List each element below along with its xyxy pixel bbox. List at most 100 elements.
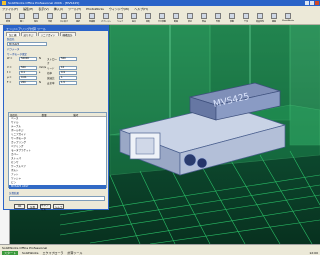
toolbar-button[interactable]: 元に戻す bbox=[58, 13, 70, 23]
param-label: ストローク bbox=[47, 58, 58, 65]
menu-insert[interactable]: 挿入(I) bbox=[54, 7, 63, 11]
toolbar-button[interactable]: 開く bbox=[16, 13, 28, 23]
param-value[interactable]: 500 bbox=[59, 57, 77, 61]
grid-label: サーボモータ選定 bbox=[7, 53, 28, 56]
param-value[interactable]: 0.9 bbox=[59, 71, 77, 75]
tab-ballscrew[interactable]: 送りネジ bbox=[20, 32, 37, 37]
minimize-icon[interactable] bbox=[305, 1, 309, 5]
menu-file[interactable]: ファイル(F) bbox=[2, 7, 18, 11]
toolbar-label: 合致 bbox=[215, 21, 220, 23]
param-value[interactable]: 10 bbox=[59, 66, 77, 70]
maximize-icon[interactable] bbox=[310, 1, 314, 5]
params-label: パラメータ bbox=[7, 48, 20, 51]
list-header-name[interactable]: 部品名 bbox=[10, 113, 42, 117]
parts-listbox[interactable]: 部品名 数量 備考 ベース サドル テーブル ボールネジ リニアガイド サーボモータ カップ… bbox=[8, 112, 107, 189]
toolbar-button[interactable]: 新規 bbox=[2, 13, 14, 23]
toolbar-label: 保存 bbox=[33, 21, 38, 23]
list-header-qty[interactable]: 数量 bbox=[42, 113, 74, 117]
task-item[interactable]: 計算ツール bbox=[67, 251, 82, 255]
toolbar-button[interactable]: 図面 bbox=[268, 13, 280, 23]
tab-linear-guide[interactable]: リニアガイド bbox=[37, 32, 59, 37]
toolbar-button[interactable]: 再構築 bbox=[86, 13, 98, 23]
param-value[interactable]: 200 bbox=[19, 81, 37, 85]
toolbar-button[interactable]: 干渉 bbox=[240, 13, 252, 23]
param-label: 減速比 bbox=[47, 77, 55, 80]
toolbar-button[interactable]: 印刷 bbox=[44, 13, 56, 23]
ok-button[interactable]: OK bbox=[14, 204, 25, 209]
tab-mechanism[interactable]: 機構設計 bbox=[59, 32, 76, 37]
toolbar-icon bbox=[61, 13, 67, 19]
status-text: SolidWorks Office Professional bbox=[2, 245, 48, 250]
param-value[interactable]: 0.01 bbox=[19, 76, 37, 80]
menu-help[interactable]: ヘルプ(H) bbox=[134, 7, 148, 11]
param-label: μ = bbox=[7, 76, 12, 79]
toolbar-label: 移動 bbox=[229, 21, 234, 23]
toolbar-button[interactable]: 回転 bbox=[142, 13, 154, 23]
param-row: F = 200 N 安全率 1.5 bbox=[4, 81, 108, 85]
clock: 12:00 bbox=[309, 250, 318, 255]
param-value[interactable]: 500 bbox=[19, 66, 37, 70]
toolbar-icon bbox=[187, 13, 193, 19]
toolbar-button[interactable]: オプション bbox=[100, 13, 112, 23]
toolbar-label: 新規 bbox=[5, 21, 10, 23]
close-icon[interactable] bbox=[315, 1, 319, 5]
toolbar-button[interactable]: 拡大 bbox=[128, 13, 140, 23]
window-title: SolidWorks Office Professional 2006 - [M… bbox=[8, 1, 80, 5]
result-label: 計算結果 bbox=[9, 192, 20, 195]
toolbar-button[interactable]: ヘルプ bbox=[114, 13, 126, 23]
calc-dialog[interactable]: エンジニアリング計算 ツール 加工機 送りネジ リニアガイド 機構設計 製品名 … bbox=[3, 25, 109, 211]
toolbar-label: 質量特性 bbox=[255, 21, 264, 23]
param-value[interactable]: 1.5 bbox=[59, 81, 77, 85]
toolbar-button[interactable]: 部品 bbox=[198, 13, 210, 23]
param-value[interactable]: 1 bbox=[59, 76, 77, 80]
toolbar-icon bbox=[201, 13, 207, 19]
task-item[interactable]: エクスプローラ bbox=[43, 251, 64, 255]
start-button[interactable]: スタート bbox=[2, 250, 19, 255]
toolbar-button[interactable]: 保存 bbox=[30, 13, 42, 23]
toolbar-icon bbox=[131, 13, 137, 19]
result-field[interactable] bbox=[9, 196, 105, 201]
param-label: F = bbox=[7, 81, 12, 84]
taskbar: スタート SolidWorks エクスプローラ 計算ツール 12:00 bbox=[0, 250, 320, 255]
toolbar-button[interactable]: 質量特性 bbox=[254, 13, 266, 23]
param-row: μ = 0.01 減速比 1 bbox=[4, 76, 108, 80]
toolbar-button[interactable]: 平行移動 bbox=[156, 13, 168, 23]
calc-button[interactable]: 計算 bbox=[27, 204, 38, 209]
cancel-button[interactable]: キャンセル bbox=[40, 204, 51, 211]
menu-window[interactable]: ウィンドウ(W) bbox=[109, 7, 129, 11]
help-button[interactable]: ヘルプ bbox=[53, 204, 64, 209]
name-field[interactable]: MVS425 bbox=[7, 42, 47, 46]
toolbar-button[interactable]: 表示 bbox=[184, 13, 196, 23]
param-unit: s bbox=[39, 71, 41, 74]
toolbar-label: 回転 bbox=[145, 21, 150, 23]
app-logo-icon bbox=[2, 1, 6, 5]
list-header-note[interactable]: 備考 bbox=[73, 113, 105, 117]
name-label: 製品名 bbox=[7, 38, 15, 41]
toolbar-button[interactable]: 移動 bbox=[226, 13, 238, 23]
toolbar-button[interactable]: 合致 bbox=[212, 13, 224, 23]
param-unit: N bbox=[39, 57, 41, 60]
menu-photoworks[interactable]: PhotoWorks bbox=[86, 7, 104, 11]
toolbar-button[interactable]: 選択 bbox=[72, 13, 84, 23]
param-value[interactable]: 0.1 bbox=[19, 71, 37, 75]
menu-edit[interactable]: 編集(E) bbox=[23, 7, 33, 11]
task-item[interactable]: SolidWorks bbox=[22, 251, 38, 255]
toolbar-button[interactable]: 断面 bbox=[170, 13, 182, 23]
param-unit: mm/s bbox=[39, 66, 47, 69]
toolbar-label: 拡大 bbox=[131, 21, 136, 23]
toolbar-icon bbox=[285, 13, 291, 19]
toolbar-icon bbox=[89, 13, 95, 19]
list-item[interactable]: MVS425 ASSY bbox=[9, 185, 106, 189]
toolbar-label: 断面 bbox=[173, 21, 178, 23]
toolbar-label: 部品 bbox=[201, 21, 206, 23]
toolbar-label: 干渉 bbox=[243, 21, 248, 23]
param-value[interactable]: 50000 bbox=[19, 57, 37, 61]
toolbar-icon bbox=[215, 13, 221, 19]
toolbar-button[interactable]: PhotoWorks bbox=[282, 13, 294, 22]
param-label: V = bbox=[7, 66, 12, 69]
menu-tools[interactable]: ツール(T) bbox=[68, 7, 81, 11]
toolbar-icon bbox=[271, 13, 277, 19]
tab-machine[interactable]: 加工機 bbox=[6, 32, 20, 37]
toolbar-icon bbox=[229, 13, 235, 19]
menu-view[interactable]: 表示(V) bbox=[38, 7, 48, 11]
